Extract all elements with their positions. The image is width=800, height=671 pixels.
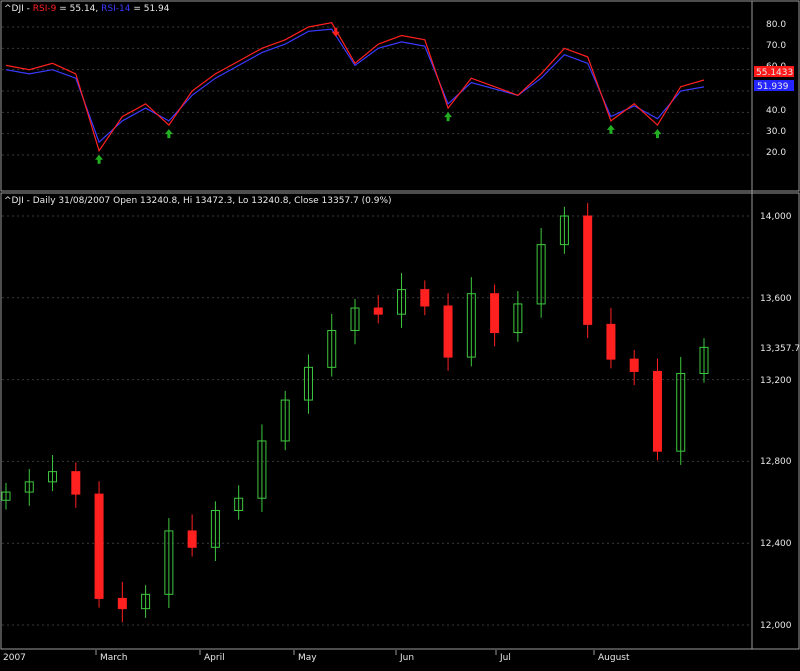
rsi-tick: 40.0 xyxy=(766,106,786,116)
chart-window: ^DJI - RSI-9 = 55.14, RSI-14 = 51.94 ^DJ… xyxy=(0,0,800,671)
candle-body xyxy=(606,323,616,360)
rsi9-label: RSI-9 xyxy=(33,4,57,14)
price-tick: 13,600 xyxy=(760,294,792,304)
x-tick: Jul xyxy=(499,653,511,663)
x-tick: Jun xyxy=(399,653,414,663)
rsi9-badge: 55.1433 xyxy=(756,68,793,78)
buy-arrow xyxy=(164,129,173,139)
price-tick: 14,000 xyxy=(760,212,792,222)
price-candles xyxy=(1,203,709,623)
rsi14-value: 51.94 xyxy=(144,4,170,14)
candle-body xyxy=(490,293,500,334)
rsi-header-ticker: ^DJI xyxy=(4,4,24,14)
candle-body xyxy=(420,289,430,307)
rsi-tick: 80.0 xyxy=(766,20,786,30)
price-header: ^DJI - Daily 31/08/2007 Open 13240.8, Hi… xyxy=(4,196,392,206)
rsi14-badge: 51.939 xyxy=(757,82,789,92)
price-y-axis: 14,000 13,600 13,200 12,800 12,400 12,00… xyxy=(760,212,792,631)
candle-body xyxy=(94,493,104,599)
x-tick: August xyxy=(598,653,630,663)
candle-body xyxy=(71,471,81,495)
candle-body xyxy=(117,597,127,610)
rsi-panel-frame xyxy=(0,0,800,192)
x-tick: 2007 xyxy=(3,653,26,663)
chart-canvas: ^DJI - RSI-9 = 55.14, RSI-14 = 51.94 ^DJ… xyxy=(0,0,800,663)
rsi14-label: RSI-14 xyxy=(101,4,131,14)
gridlines xyxy=(2,26,751,626)
x-tick: April xyxy=(204,653,225,663)
price-tick: 12,800 xyxy=(760,457,792,467)
rsi14-eq: = xyxy=(130,4,143,14)
candle-body xyxy=(583,215,593,325)
candle-body xyxy=(373,307,383,315)
x-tick: May xyxy=(298,653,317,663)
buy-arrow xyxy=(95,154,104,164)
buy-arrow xyxy=(606,124,615,134)
rsi-header-sep: - xyxy=(24,4,33,14)
candle-body xyxy=(187,530,197,548)
candle-body xyxy=(443,305,453,358)
price-tick: 13,200 xyxy=(760,376,792,386)
rsi9-value: 55.14 xyxy=(70,4,96,14)
rsi14-line xyxy=(5,28,705,144)
rsi9-eq: = xyxy=(56,4,69,14)
rsi-tick: 30.0 xyxy=(766,127,786,137)
x-tick: March xyxy=(100,653,127,663)
price-panel-frame xyxy=(0,192,800,650)
price-tick: 12,000 xyxy=(760,621,792,631)
x-axis: 2007 March April May Jun Jul August xyxy=(3,650,630,663)
buy-arrow xyxy=(444,112,453,122)
rsi-tick: 70.0 xyxy=(766,41,786,51)
candle-body xyxy=(629,358,639,372)
rsi-tick: 20.0 xyxy=(766,148,786,158)
candle-body xyxy=(652,370,662,452)
buy-arrow xyxy=(653,129,662,139)
price-tick: 12,400 xyxy=(760,539,792,549)
last-price-label: 13,357.7 xyxy=(760,344,800,354)
rsi-header: ^DJI - RSI-9 = 55.14, RSI-14 = 51.94 xyxy=(4,4,170,14)
rsi-lines xyxy=(5,22,705,153)
